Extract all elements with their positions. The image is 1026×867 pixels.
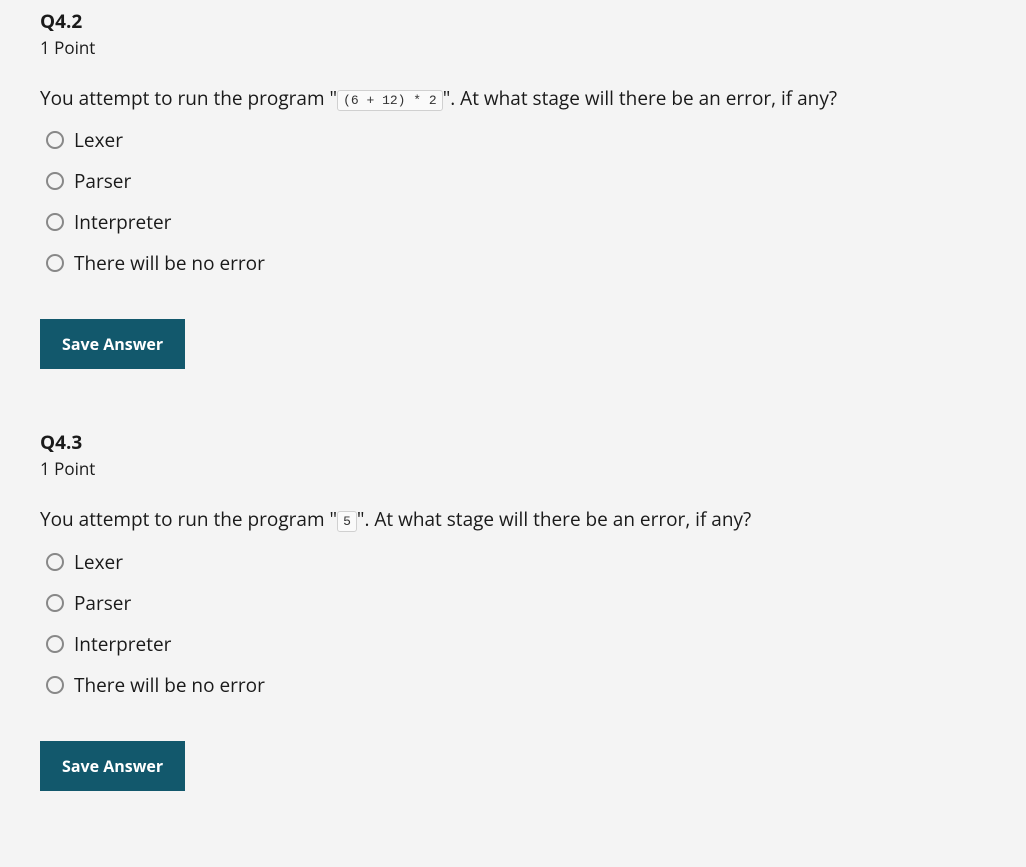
question-number: Q4.3 [40,429,986,455]
options-group: Lexer Parser Interpreter There will be n… [40,127,986,276]
option-label: Parser [74,168,131,194]
option-label: There will be no error [74,672,265,698]
option-lexer[interactable]: Lexer [46,549,986,575]
prompt-prefix: You attempt to run the program " [40,506,337,532]
save-answer-button[interactable]: Save Answer [40,319,185,369]
radio-icon [46,553,64,571]
option-label: There will be no error [74,250,265,276]
option-interpreter[interactable]: Interpreter [46,631,986,657]
options-group: Lexer Parser Interpreter There will be n… [40,549,986,698]
question-block: Q4.2 1 Point You attempt to run the prog… [40,8,986,369]
option-label: Lexer [74,127,123,153]
option-parser[interactable]: Parser [46,590,986,616]
question-prompt: You attempt to run the program "5". At w… [40,504,986,534]
save-answer-button[interactable]: Save Answer [40,741,185,791]
radio-icon [46,254,64,272]
radio-icon [46,676,64,694]
option-label: Parser [74,590,131,616]
radio-icon [46,213,64,231]
prompt-suffix: ". At what stage will there be an error,… [443,85,837,111]
option-no-error[interactable]: There will be no error [46,250,986,276]
code-inline: 5 [337,511,357,532]
question-points: 1 Point [40,36,986,59]
option-interpreter[interactable]: Interpreter [46,209,986,235]
option-parser[interactable]: Parser [46,168,986,194]
radio-icon [46,635,64,653]
option-label: Interpreter [74,631,171,657]
radio-icon [46,172,64,190]
option-lexer[interactable]: Lexer [46,127,986,153]
prompt-prefix: You attempt to run the program " [40,85,337,111]
radio-icon [46,594,64,612]
question-number: Q4.2 [40,8,986,34]
option-label: Lexer [74,549,123,575]
question-block: Q4.3 1 Point You attempt to run the prog… [40,429,986,790]
question-prompt: You attempt to run the program "(6 + 12)… [40,83,986,113]
code-inline: (6 + 12) * 2 [337,90,443,111]
radio-icon [46,131,64,149]
option-label: Interpreter [74,209,171,235]
prompt-suffix: ". At what stage will there be an error,… [357,506,751,532]
option-no-error[interactable]: There will be no error [46,672,986,698]
question-points: 1 Point [40,457,986,480]
